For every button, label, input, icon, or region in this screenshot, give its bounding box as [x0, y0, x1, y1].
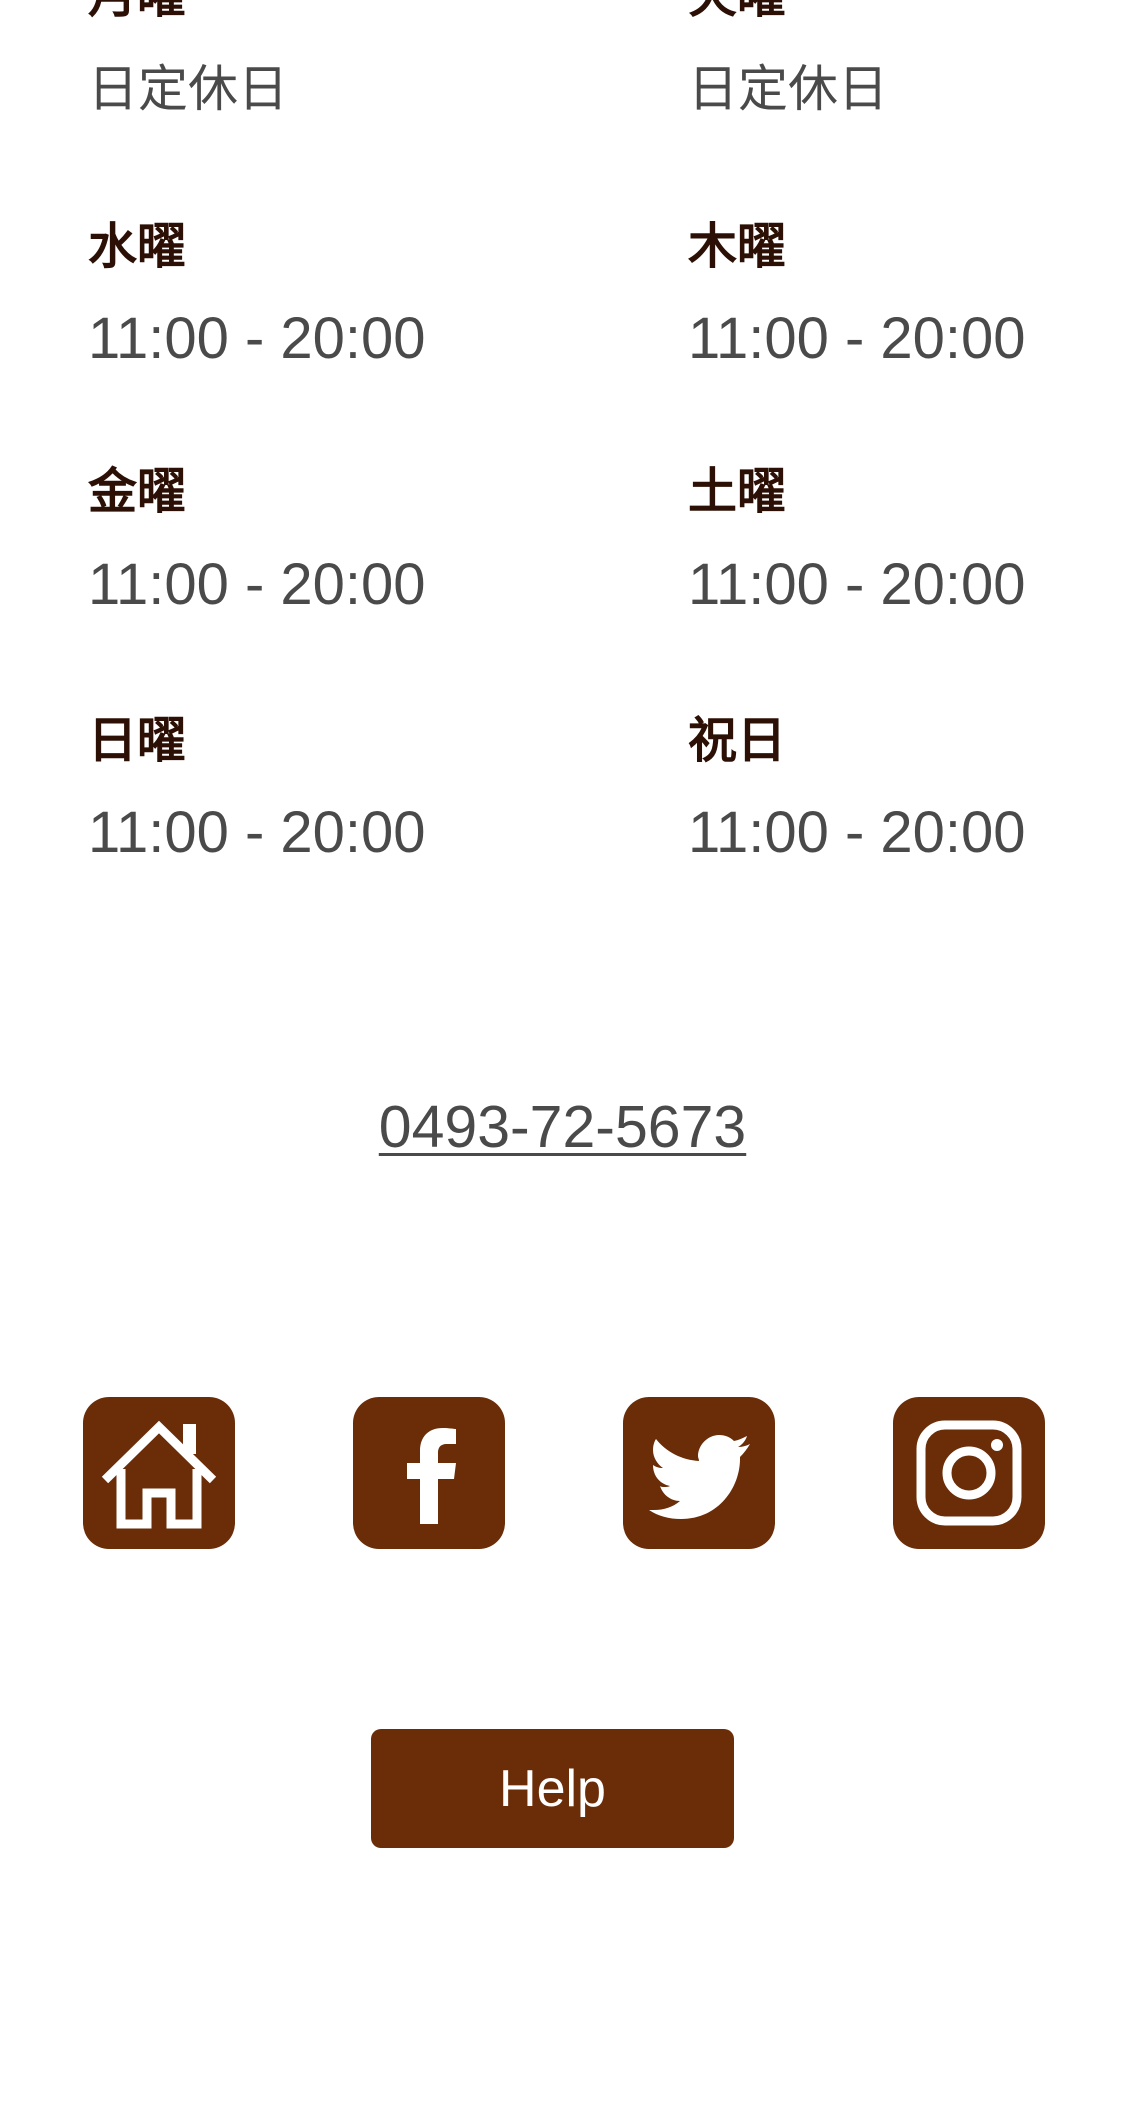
day-label: 木曜: [688, 218, 787, 275]
instagram-button[interactable]: [893, 1397, 1045, 1549]
day-hours-value: 日定休日: [688, 60, 888, 118]
day-hours-value: 11:00 - 20:00: [688, 800, 1026, 865]
day-label: 土曜: [688, 463, 787, 520]
home-icon: [101, 1420, 217, 1529]
instagram-icon: [916, 1420, 1022, 1526]
home-button[interactable]: [83, 1397, 235, 1549]
day-label: 水曜: [88, 218, 187, 275]
day-hours-value: 11:00 - 20:00: [688, 306, 1026, 371]
day-label: 火曜: [688, 0, 786, 20]
social-links: [0, 1397, 1125, 1549]
day-label: 月曜: [88, 0, 186, 20]
day-hours-value: 日定休日: [88, 60, 288, 118]
help-button[interactable]: Help: [371, 1729, 734, 1848]
day-hours-value: 11:00 - 20:00: [688, 552, 1026, 617]
phone-link[interactable]: 0493-72-5673: [0, 1098, 1125, 1157]
day-hours-value: 11:00 - 20:00: [88, 306, 426, 371]
twitter-icon: [649, 1435, 750, 1519]
day-hours-value: 11:00 - 20:00: [88, 552, 426, 617]
facebook-button[interactable]: [353, 1397, 505, 1549]
twitter-button[interactable]: [623, 1397, 775, 1549]
day-label: 日曜: [88, 712, 187, 769]
day-label: 祝日: [688, 712, 787, 769]
day-hours-value: 11:00 - 20:00: [88, 800, 426, 865]
facebook-icon: [407, 1428, 456, 1524]
day-label: 金曜: [88, 463, 187, 520]
